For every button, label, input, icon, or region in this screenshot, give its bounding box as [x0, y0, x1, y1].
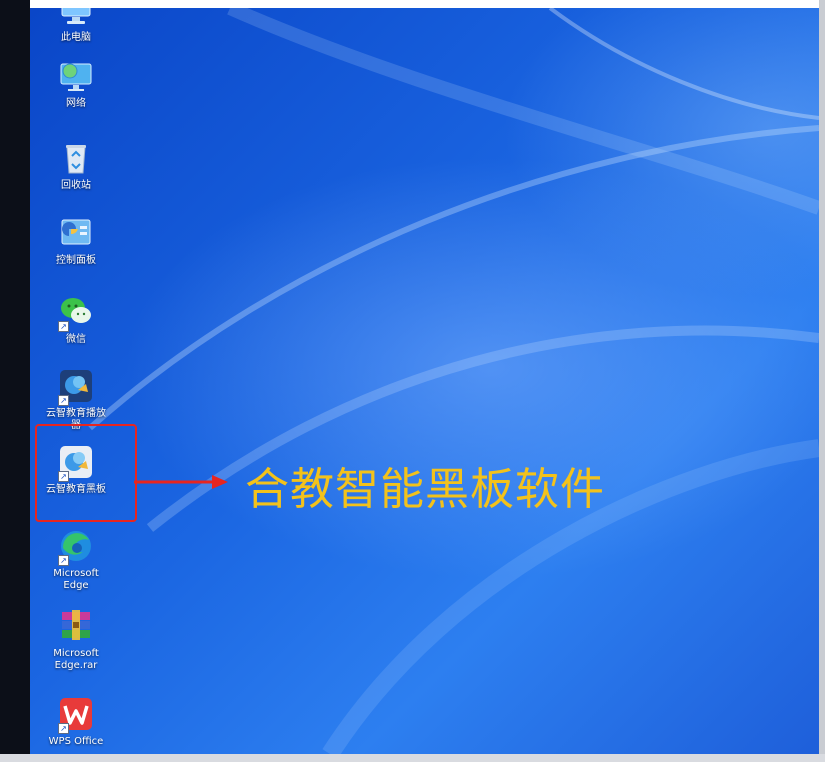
desktop-icon-this-pc[interactable]: 此电脑	[40, 8, 112, 44]
shortcut-arrow-icon: ↗	[58, 555, 69, 566]
shortcut-arrow-icon: ↗	[58, 395, 69, 406]
desktop-icon-label: 控制面板	[56, 255, 96, 266]
desktop-icon-wps-office[interactable]: ↗ WPS Office	[40, 696, 112, 748]
desktop-icon-label: Microsoft Edge.rar	[53, 648, 99, 671]
desktop-icon-label: 回收站	[61, 180, 91, 191]
wps-office-icon: ↗	[58, 696, 94, 734]
desktop-icon-label: Microsoft Edge	[53, 568, 99, 591]
wechat-icon: ↗	[58, 294, 94, 332]
annotation-arrow-icon	[134, 475, 228, 489]
desktop-icon-edge[interactable]: ↗ Microsoft Edge	[40, 528, 112, 592]
desktop-icon-wechat[interactable]: ↗ 微信	[40, 294, 112, 346]
wallpaper-waves	[88, 8, 819, 754]
desktop-icon-label: 网络	[66, 98, 86, 109]
desktop-screen[interactable]: 此电脑 网络 回收站 控制面板 ↗ 微信 ↗ 云智教育播放 器 ↗ 云智教育黑板…	[30, 8, 819, 754]
winrar-archive-icon	[58, 608, 94, 644]
desktop-icon-edge-rar[interactable]: Microsoft Edge.rar	[40, 608, 112, 672]
monitor-bezel-bottom	[0, 754, 825, 762]
desktop-icon-network[interactable]: 网络	[40, 58, 112, 110]
desktop-icon-label: 此电脑	[61, 32, 91, 43]
yunzhi-player-icon: ↗	[58, 368, 94, 406]
annotation-caption: 合教智能黑板软件	[245, 464, 605, 515]
monitor-bezel-left	[0, 0, 30, 762]
shortcut-arrow-icon: ↗	[58, 723, 69, 734]
monitor-bezel-right	[819, 0, 825, 762]
desktop-icon-label: 微信	[66, 334, 86, 345]
computer-icon	[58, 8, 94, 28]
desktop-icon-yunzhi-player[interactable]: ↗ 云智教育播放 器	[40, 368, 112, 432]
network-icon	[58, 58, 94, 94]
shortcut-arrow-icon: ↗	[58, 321, 69, 332]
control-panel-icon	[58, 215, 94, 251]
edge-icon: ↗	[58, 528, 94, 566]
highlight-box	[35, 424, 137, 522]
monitor-bezel-top	[0, 0, 825, 8]
desktop-icon-control-panel[interactable]: 控制面板	[40, 215, 112, 267]
recycle-bin-icon	[58, 140, 94, 176]
desktop-icon-recycle-bin[interactable]: 回收站	[40, 140, 112, 192]
desktop-icon-label: WPS Office	[48, 736, 104, 747]
